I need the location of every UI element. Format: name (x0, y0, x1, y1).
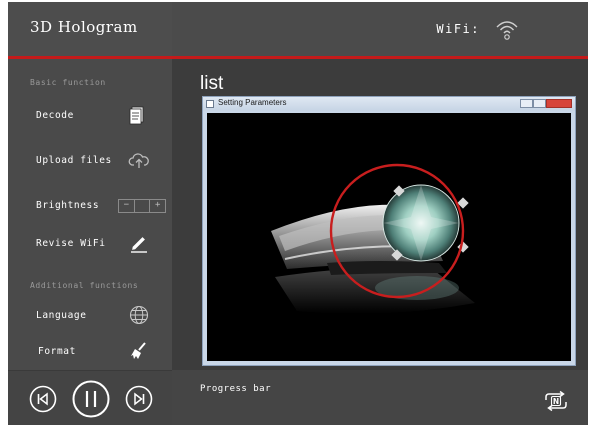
sidebar-item-decode[interactable]: Decode (8, 98, 172, 132)
cloud-upload-icon (128, 153, 149, 168)
window-app-icon (206, 100, 214, 108)
window-titlebar[interactable]: Setting Parameters (203, 97, 575, 111)
globe-icon (129, 305, 149, 325)
window-maximize-button[interactable] (533, 99, 546, 108)
brightness-decrease-button[interactable]: − (119, 200, 135, 212)
basic-function-heading: Basic function (30, 78, 106, 87)
wifi-icon[interactable] (494, 16, 520, 42)
header-left: 3D Hologram (8, 2, 173, 56)
window-minimize-button[interactable] (520, 99, 533, 108)
sidebar-item-format[interactable]: Format (8, 334, 172, 368)
player-controls (8, 370, 172, 425)
brightness-stepper[interactable]: − + (118, 199, 166, 213)
skip-next-icon[interactable] (124, 384, 154, 414)
sidebar-item-label: Decode (36, 110, 74, 121)
additional-functions-heading: Additional functions (30, 281, 139, 290)
brightness-increase-button[interactable]: + (150, 200, 165, 212)
preview-area (207, 113, 571, 361)
sidebar-item-label: Upload files (36, 155, 112, 166)
skip-previous-icon[interactable] (28, 384, 58, 414)
setting-parameters-window: Setting Parameters (202, 96, 576, 366)
list-heading: list (200, 73, 224, 94)
progress-bar-label: Progress bar (200, 384, 272, 394)
sidebar-item-label: Revise WiFi (36, 238, 106, 249)
pause-icon[interactable] (71, 379, 111, 419)
loop-n-icon[interactable]: N (542, 390, 570, 412)
sidebar-item-language[interactable]: Language (8, 298, 172, 332)
sidebar-item-revise-wifi[interactable]: Revise WiFi (8, 226, 172, 260)
sidebar-item-label: Language (36, 310, 87, 321)
ring-preview-image (271, 163, 475, 314)
pencil-icon (131, 237, 147, 253)
app-title: 3D Hologram (30, 18, 138, 36)
app-frame: 3D Hologram WiFi: Basic function Decode … (8, 2, 588, 425)
broom-icon (131, 342, 146, 359)
progress-area: Progress bar N (172, 370, 588, 425)
main-content: list Setting Parameters (172, 59, 588, 370)
brightness-level (135, 200, 151, 212)
loop-badge: N (553, 397, 559, 406)
window-close-button[interactable] (546, 99, 572, 108)
header-right: WiFi: (172, 2, 588, 56)
sidebar-item-brightness: Brightness − + (8, 188, 172, 222)
window-title: Setting Parameters (218, 98, 287, 107)
sidebar-item-label: Brightness (36, 200, 100, 211)
document-icon (129, 106, 144, 125)
sidebar-item-upload-files[interactable]: Upload files (8, 143, 172, 177)
sidebar-item-label: Format (38, 346, 76, 357)
wifi-label: WiFi: (436, 22, 480, 36)
